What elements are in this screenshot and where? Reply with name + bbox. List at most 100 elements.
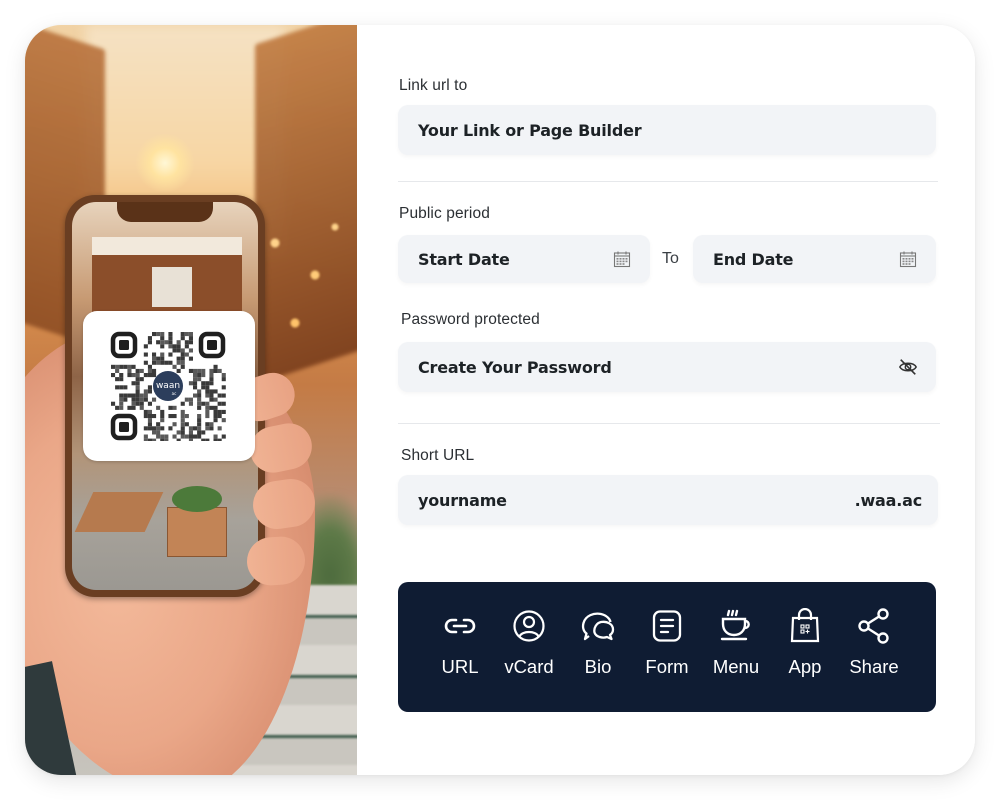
qr-module [184, 340, 189, 345]
qr-module [205, 426, 210, 431]
qr-module [193, 426, 198, 431]
divider [398, 181, 938, 182]
qr-module [205, 422, 210, 427]
qr-module [188, 426, 193, 431]
qr-module [139, 368, 144, 373]
start-date-input[interactable]: Start Date [398, 235, 650, 283]
qr-module [188, 401, 193, 406]
qr-module [143, 344, 148, 349]
type-vcard[interactable]: vCard [495, 608, 564, 712]
type-bio[interactable]: Bio [564, 608, 633, 712]
type-app[interactable]: App [771, 608, 840, 712]
qr-module [184, 422, 189, 427]
qr-module [143, 434, 148, 439]
qr-module [197, 389, 202, 394]
qr-module [143, 389, 148, 394]
type-menu[interactable]: Menu [702, 608, 771, 712]
short-url-input[interactable]: yourname .waa.ac [398, 475, 938, 525]
planter [167, 486, 227, 557]
type-form-label: Form [645, 656, 689, 677]
link-placeholder: Your Link or Page Builder [418, 120, 642, 140]
qr-module [217, 393, 222, 398]
password-input[interactable]: Create Your Password [398, 342, 936, 392]
qr-module [180, 336, 185, 341]
qr-module [197, 393, 202, 398]
link-label: Link url to [399, 77, 468, 94]
type-form[interactable]: Form [633, 608, 702, 712]
qr-code-card: waan ac [83, 311, 255, 461]
coffee-cup-icon [718, 608, 754, 644]
qr-module [209, 426, 214, 431]
qr-module [180, 409, 185, 414]
type-share[interactable]: Share [840, 608, 909, 712]
share-icon [856, 608, 892, 644]
qr-module [111, 401, 116, 406]
qr-module [135, 385, 140, 390]
qr-module [123, 393, 128, 398]
shopping-bag-icon [787, 608, 823, 644]
qr-module [127, 393, 132, 398]
qr-module [119, 377, 124, 382]
qr-module [156, 434, 161, 439]
qr-module [193, 385, 198, 390]
qr-module [188, 340, 193, 345]
qr-module [197, 368, 202, 373]
qr-module [123, 397, 128, 402]
calendar-icon[interactable] [898, 249, 918, 269]
qr-module [143, 393, 148, 398]
qr-module [188, 336, 193, 341]
qr-module [115, 377, 120, 382]
type-url[interactable]: URL [426, 608, 495, 712]
qr-module [147, 401, 152, 406]
qr-module [139, 397, 144, 402]
qr-module [201, 401, 206, 406]
qr-module [217, 409, 222, 414]
eye-off-icon[interactable] [898, 357, 918, 377]
qr-module [143, 414, 148, 419]
qr-module [180, 414, 185, 419]
chat-bubbles-icon [580, 608, 616, 644]
type-vcard-label: vCard [504, 656, 554, 677]
user-circle-icon [511, 608, 547, 644]
qr-logo-sub: ac [172, 391, 177, 396]
qr-module [152, 360, 157, 365]
link-input[interactable]: Your Link or Page Builder [398, 105, 936, 155]
qr-module [156, 422, 161, 427]
end-date-input[interactable]: End Date [693, 235, 936, 283]
qr-module [152, 438, 157, 441]
qr-module [147, 389, 152, 394]
qr-module [168, 332, 173, 337]
qr-module [209, 422, 214, 427]
qr-module [213, 389, 218, 394]
qr-module [160, 409, 165, 414]
type-bio-label: Bio [584, 656, 612, 677]
qr-module [135, 401, 140, 406]
qr-module [180, 430, 185, 435]
qr-module [156, 405, 161, 410]
qr-module [147, 422, 152, 427]
qr-module [172, 422, 177, 427]
qr-module [184, 352, 189, 357]
qr-module [147, 385, 152, 390]
calendar-icon[interactable] [612, 249, 632, 269]
qr-module [188, 381, 193, 386]
qr-module [152, 430, 157, 435]
qr-module [184, 414, 189, 419]
qr-module [168, 426, 173, 431]
qr-module [143, 409, 148, 414]
qr-module [168, 340, 173, 345]
qr-module [147, 418, 152, 423]
qr-module [160, 356, 165, 361]
qr-module [127, 368, 132, 373]
form-document-icon [649, 608, 685, 644]
qr-module [201, 438, 206, 441]
qr-module [127, 405, 132, 410]
password-label: Password protected [401, 311, 540, 328]
qr-module [201, 381, 206, 386]
phone-notch [117, 202, 213, 222]
qr-module [164, 438, 169, 441]
qr-module [172, 434, 177, 439]
qr-module [152, 356, 157, 361]
qr-module [147, 368, 152, 373]
qr-module [143, 373, 148, 378]
